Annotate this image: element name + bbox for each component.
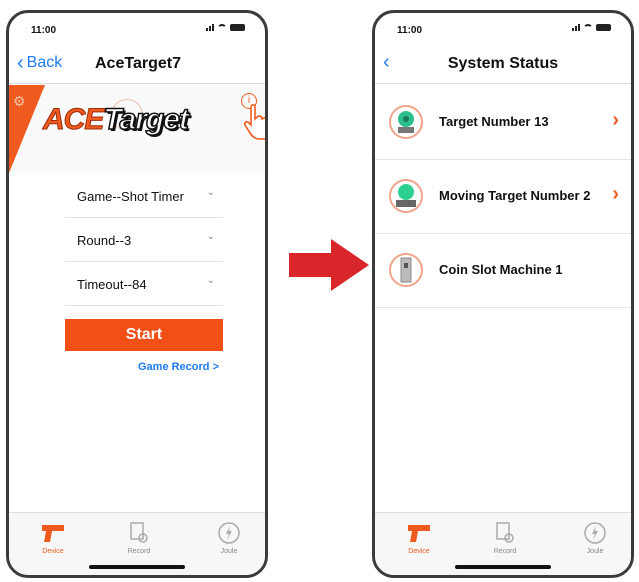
coin-slot-icon <box>389 253 423 287</box>
back-label: Back <box>26 54 63 71</box>
timeout-select-label: Timeout--84 <box>77 277 147 292</box>
gear-icon[interactable]: ⚙ <box>13 93 26 110</box>
logo: ACETarget <box>42 102 190 137</box>
page-title: System Status <box>447 55 559 72</box>
tab-record[interactable]: Record <box>475 521 535 555</box>
status-item-moving-target[interactable]: Moving Target Number 2 › <box>375 159 631 234</box>
tab-device[interactable]: Device <box>23 521 83 555</box>
chevron-left-icon: ‹ <box>17 52 24 74</box>
joule-icon <box>199 521 259 545</box>
round-select-label: Round--3 <box>77 233 132 248</box>
round-select[interactable]: Round--3 ⌄ <box>65 217 223 262</box>
left-phone-frame: 11:00 ‹ Back AceTarget7 ⚙ ACETarget i Ga… <box>6 10 268 578</box>
tab-label: Joule <box>220 548 238 555</box>
status-time: 11:00 <box>397 25 423 36</box>
status-item-coin-slot[interactable]: Coin Slot Machine 1 <box>375 233 631 308</box>
wifi-icon <box>217 24 227 31</box>
pistol-icon <box>23 521 83 545</box>
brand-banner: ⚙ ACETarget i <box>9 85 265 175</box>
chevron-right-icon: › <box>612 183 619 205</box>
right-phone-frame: 11:00 ‹ System Status Target Number 13 ›… <box>372 10 634 578</box>
signal-icon <box>206 24 214 31</box>
transition-arrow-icon <box>289 239 369 291</box>
moving-target-icon <box>389 179 423 213</box>
tab-record[interactable]: Record <box>109 521 169 555</box>
timeout-select[interactable]: Timeout--84 ⌄ <box>65 261 223 306</box>
logo-target: Target <box>103 102 190 137</box>
start-button[interactable]: Start <box>65 319 223 351</box>
game-record-link[interactable]: Game Record > <box>138 361 219 373</box>
status-time: 11:00 <box>31 25 57 36</box>
tab-joule[interactable]: Joule <box>565 521 625 555</box>
status-item-label: Target Number 13 <box>439 114 549 129</box>
pistol-icon <box>389 521 449 545</box>
status-item-label: Coin Slot Machine 1 <box>439 262 563 277</box>
tab-label: Record <box>493 548 517 555</box>
game-select-label: Game--Shot Timer <box>77 189 184 204</box>
target-icon <box>389 105 423 139</box>
nav-bar: ‹ System Status <box>375 45 631 84</box>
home-indicator <box>455 565 551 569</box>
home-indicator <box>89 565 185 569</box>
joule-icon <box>565 521 625 545</box>
signal-icon <box>572 24 580 31</box>
pointing-hand-icon <box>243 103 265 140</box>
chevron-right-icon: › <box>612 109 619 131</box>
tab-label: Device <box>408 548 430 555</box>
status-item-label: Moving Target Number 2 <box>439 188 591 203</box>
tab-device[interactable]: Device <box>389 521 449 555</box>
battery-icon <box>230 24 245 31</box>
nav-bar: ‹ Back AceTarget7 <box>9 45 265 84</box>
back-button[interactable]: ‹ Back <box>17 52 63 74</box>
tab-label: Device <box>42 548 64 555</box>
record-icon <box>109 521 169 545</box>
status-item-target[interactable]: Target Number 13 › <box>375 85 631 160</box>
logo-ace: ACE <box>42 103 104 137</box>
tab-label: Joule <box>586 548 604 555</box>
chevron-down-icon: ⌄ <box>206 275 215 286</box>
wifi-icon <box>583 24 593 31</box>
record-icon <box>475 521 535 545</box>
tab-joule[interactable]: Joule <box>199 521 259 555</box>
status-bar: 11:00 <box>9 13 265 43</box>
tab-label: Record <box>127 548 151 555</box>
battery-icon <box>596 24 611 31</box>
status-bar: 11:00 <box>375 13 631 43</box>
game-select[interactable]: Game--Shot Timer ⌄ <box>65 173 223 218</box>
page-title: AceTarget7 <box>95 55 181 72</box>
chevron-down-icon: ⌄ <box>206 187 215 198</box>
chevron-down-icon: ⌄ <box>206 231 215 242</box>
